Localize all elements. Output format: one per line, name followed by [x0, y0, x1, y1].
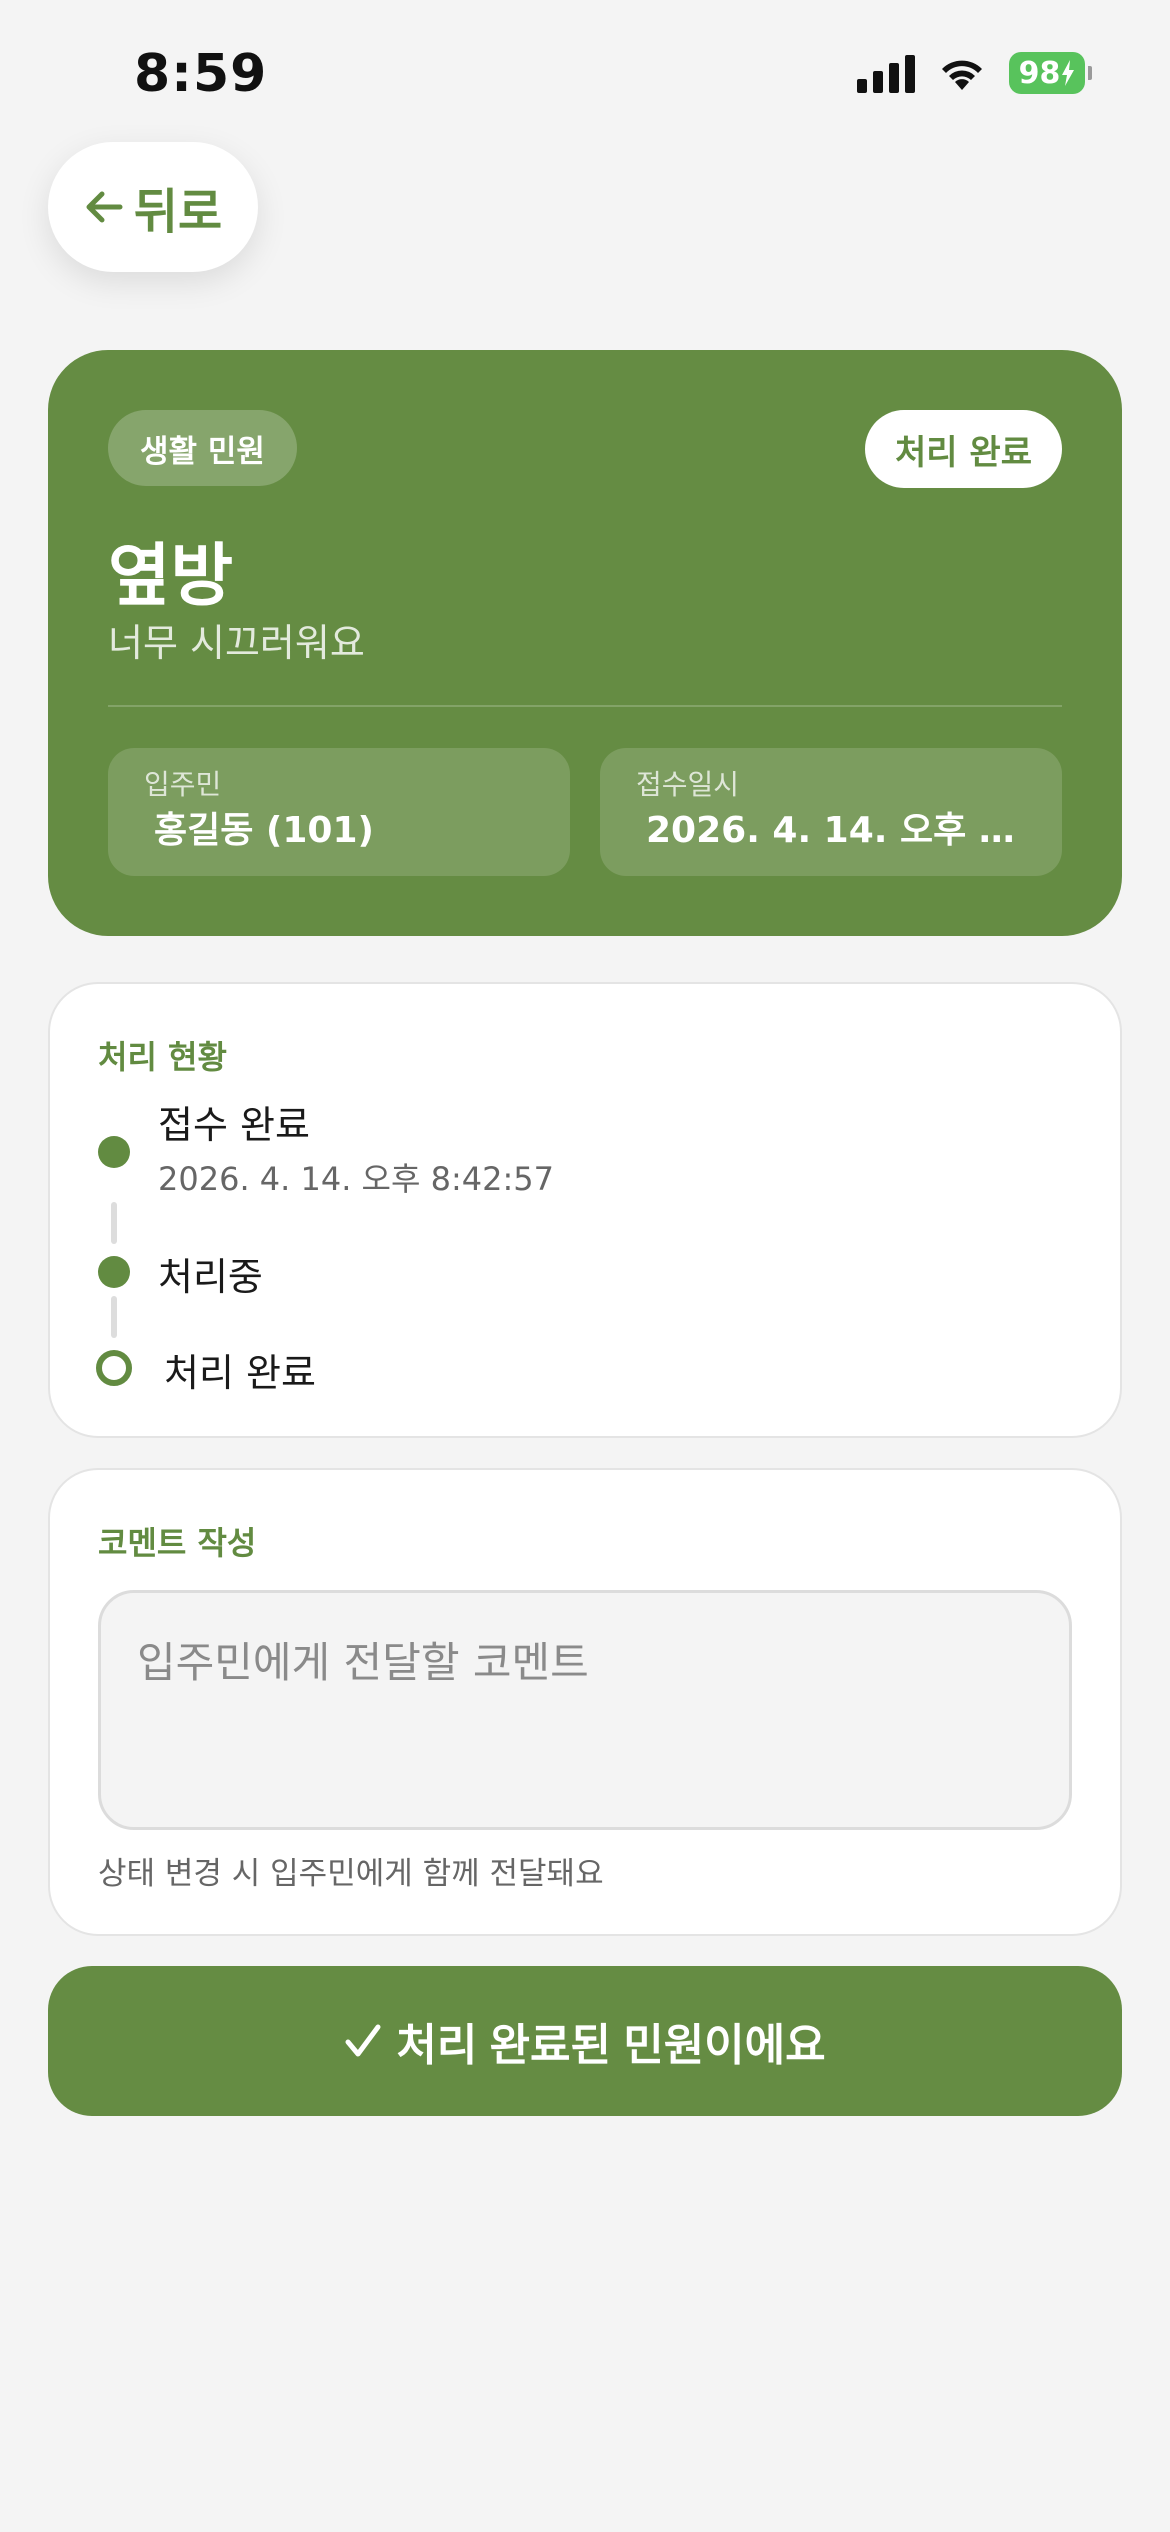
step-label-completed: 처리 완료: [164, 1351, 316, 1395]
back-label: 뒤로: [133, 184, 223, 240]
timeline-dot-processing: [98, 1256, 130, 1288]
checkmark-icon: [345, 2024, 381, 2057]
step-label-processing: 처리중: [158, 1255, 263, 1299]
timeline-dot-completed: [96, 1350, 132, 1386]
battery-cap: [1088, 66, 1092, 80]
step-time-received: 2026. 4. 14. 오후 8:42:57: [158, 1160, 554, 1198]
resident-label: 입주민: [144, 768, 222, 801]
progress-card: 처리 현황 접수 완료 2026. 4. 14. 오후 8:42:57 처리중 …: [48, 982, 1122, 1438]
comment-card: 코멘트 작성 상태 변경 시 입주민에게 함께 전달돼요: [48, 1468, 1122, 1936]
completed-status-button[interactable]: 처리 완료된 민원이에요: [48, 1966, 1122, 2116]
header-divider: [108, 705, 1062, 707]
received-info-box: 접수일시 2026. 4. 14. 오후 8:...: [600, 748, 1062, 876]
status-icons: 98: [857, 52, 1092, 94]
comment-hint: 상태 변경 시 입주민에게 함께 전달돼요: [98, 1856, 604, 1892]
step-label-received: 접수 완료: [158, 1103, 310, 1147]
progress-title: 처리 현황: [98, 1038, 227, 1076]
wifi-icon: [937, 54, 987, 92]
category-badge: 생활 민원: [108, 410, 297, 486]
comment-title: 코멘트 작성: [98, 1524, 257, 1562]
received-label: 접수일시: [636, 768, 740, 801]
arrow-left-icon: [86, 191, 123, 223]
comment-input[interactable]: [98, 1590, 1072, 1830]
resident-info-box: 입주민 홍길동 (101): [108, 748, 570, 876]
back-button[interactable]: 뒤로: [48, 142, 258, 272]
status-bar: 8:59 98: [0, 0, 1170, 150]
status-time: 8:59: [134, 44, 268, 104]
battery-level: 98: [1009, 52, 1085, 94]
battery-percent: 98: [1018, 55, 1061, 91]
timeline-connector: [111, 1202, 117, 1244]
received-value: 2026. 4. 14. 오후 8:...: [646, 810, 1026, 851]
timeline-connector: [111, 1296, 117, 1338]
complaint-title: 옆방: [108, 537, 234, 616]
completed-button-label: 처리 완료된 민원이에요: [396, 2021, 826, 2070]
resident-value: 홍길동 (101): [154, 810, 374, 851]
status-badge: 처리 완료: [865, 410, 1062, 488]
charging-bolt-icon: [1062, 60, 1075, 86]
battery-indicator: 98: [1009, 52, 1092, 94]
timeline-dot-received: [98, 1136, 130, 1168]
complaint-header-card: 생활 민원 처리 완료 옆방 너무 시끄러워요 입주민 홍길동 (101) 접수…: [48, 350, 1122, 936]
complaint-description: 너무 시끄러워요: [108, 621, 365, 665]
cellular-signal-icon: [857, 53, 915, 93]
